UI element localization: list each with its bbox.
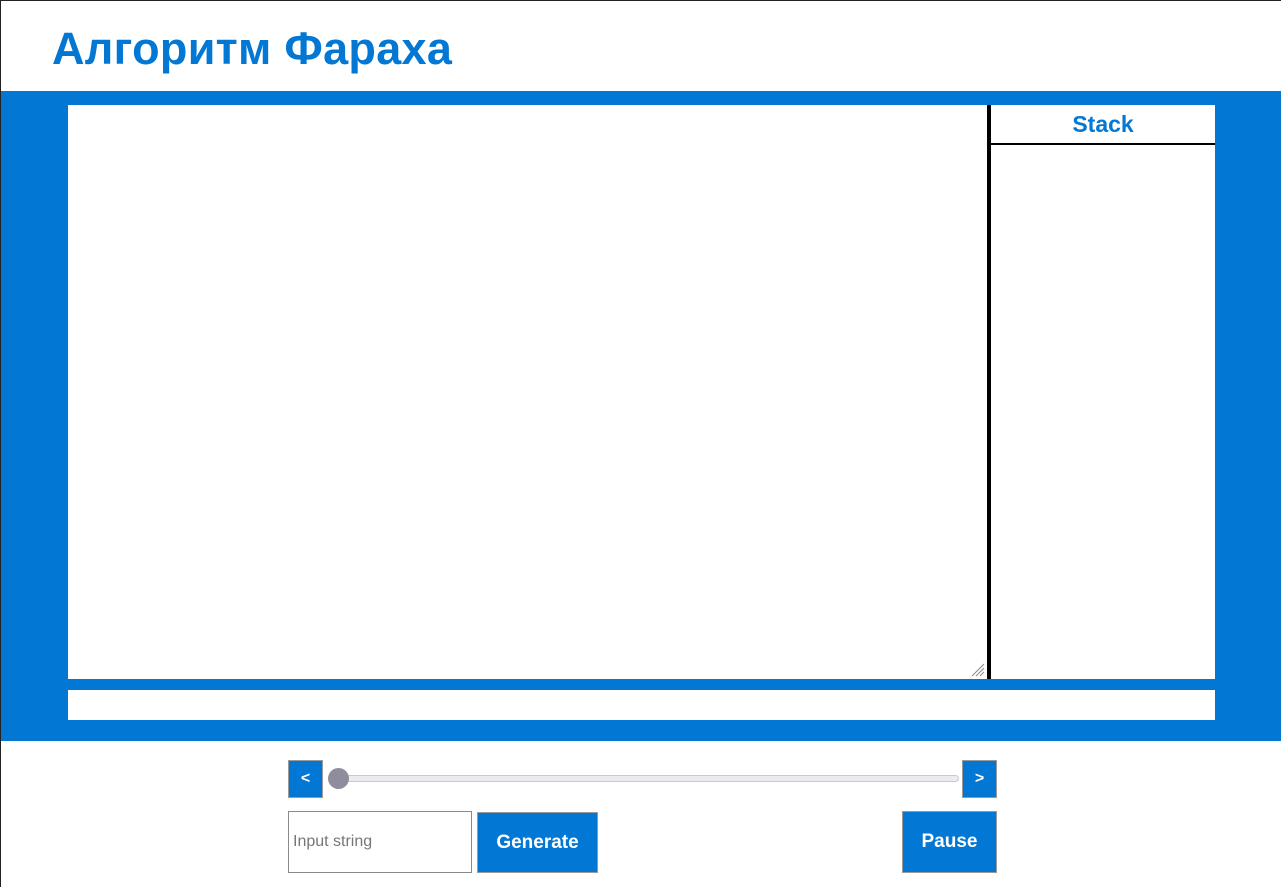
step-slider-track[interactable]	[334, 775, 959, 782]
stack-title: Stack	[991, 105, 1215, 145]
generate-button[interactable]: Generate	[477, 812, 598, 873]
stack-panel: Stack	[991, 105, 1215, 679]
next-step-button[interactable]: >	[962, 760, 997, 798]
step-slider-thumb[interactable]	[328, 768, 349, 789]
graph-canvas[interactable]	[68, 105, 987, 679]
resize-grip-icon[interactable]	[969, 661, 985, 677]
visualization-panel: Stack	[1, 91, 1281, 741]
pause-button[interactable]: Pause	[902, 811, 997, 873]
output-bar	[68, 690, 1215, 720]
input-string-field[interactable]	[288, 811, 472, 873]
stack-list	[991, 145, 1215, 679]
prev-step-button[interactable]: <	[288, 760, 323, 798]
page-title: Алгоритм Фараха	[52, 23, 453, 74]
